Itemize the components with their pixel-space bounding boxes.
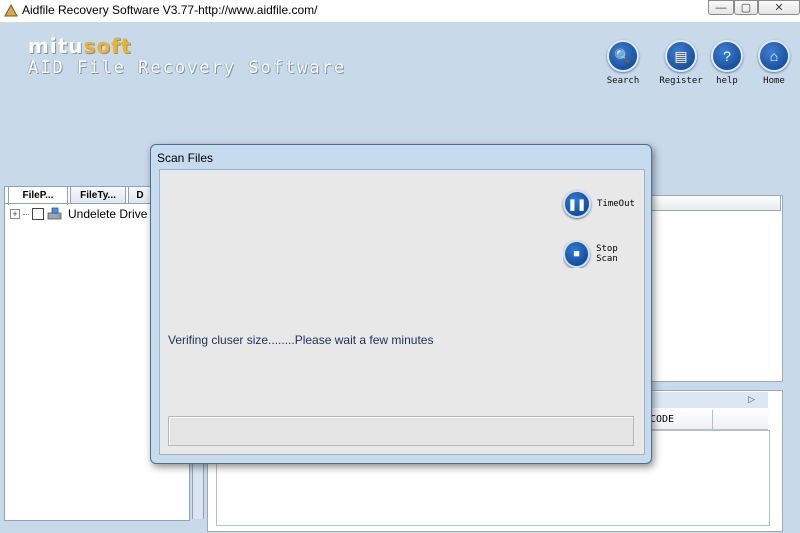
- nav-search-button[interactable]: 🔍 Search: [594, 40, 652, 86]
- stop-scan-button[interactable]: ■ Stop Scan: [563, 240, 643, 268]
- tree-item-label: Undelete Drive: [68, 207, 148, 221]
- tree-checkbox[interactable]: [32, 208, 44, 220]
- tab-date[interactable]: D: [128, 186, 152, 204]
- timeout-label: TimeOut: [597, 199, 635, 209]
- product-name: AID File Recovery Software: [28, 58, 347, 78]
- company-logo: mitusoft: [28, 34, 131, 58]
- nav-search-label: Search: [606, 76, 640, 86]
- drive-icon: [47, 207, 62, 220]
- close-button[interactable]: ✕: [758, 0, 800, 15]
- column-header-code[interactable]: CODE: [650, 414, 674, 425]
- search-icon: 🔍: [607, 40, 639, 72]
- expand-icon[interactable]: +: [10, 209, 20, 219]
- scan-status-message: Verifing cluser size........Please wait …: [168, 333, 434, 347]
- close-icon: ✕: [774, 2, 784, 14]
- tree-item-undelete-drive[interactable]: + Undelete Drive: [10, 207, 147, 221]
- scan-progress-bar: [168, 416, 634, 446]
- maximize-button[interactable]: ▢: [734, 0, 758, 15]
- timeout-button[interactable]: ❚❚ TimeOut: [563, 190, 635, 218]
- help-icon: ?: [711, 40, 743, 72]
- minimize-icon: —: [715, 1, 727, 14]
- window-title: Aidfile Recovery Software V3.77-http://w…: [22, 3, 318, 17]
- home-icon: ⌂: [758, 40, 790, 72]
- stop-icon: ■: [563, 240, 591, 268]
- dialog-title: Scan Files: [157, 151, 214, 165]
- tab-file-type[interactable]: FileTy...: [70, 186, 126, 204]
- pause-icon: ❚❚: [563, 190, 591, 218]
- logo-accent-text: soft: [83, 34, 132, 58]
- stop-scan-label: Stop Scan: [596, 244, 618, 264]
- tab-scroll-right-icon[interactable]: ▷: [748, 394, 755, 405]
- column-separator[interactable]: [712, 410, 713, 430]
- nav-home-label: Home: [763, 76, 785, 86]
- nav-home-button[interactable]: ⌂ Home: [745, 40, 800, 86]
- logo-main-text: mitu: [28, 34, 84, 58]
- app-icon: [4, 4, 18, 17]
- minimize-button[interactable]: —: [708, 0, 734, 15]
- tree-connector: [23, 213, 29, 215]
- register-icon: ▤: [665, 40, 697, 72]
- maximize-icon: ▢: [740, 2, 752, 14]
